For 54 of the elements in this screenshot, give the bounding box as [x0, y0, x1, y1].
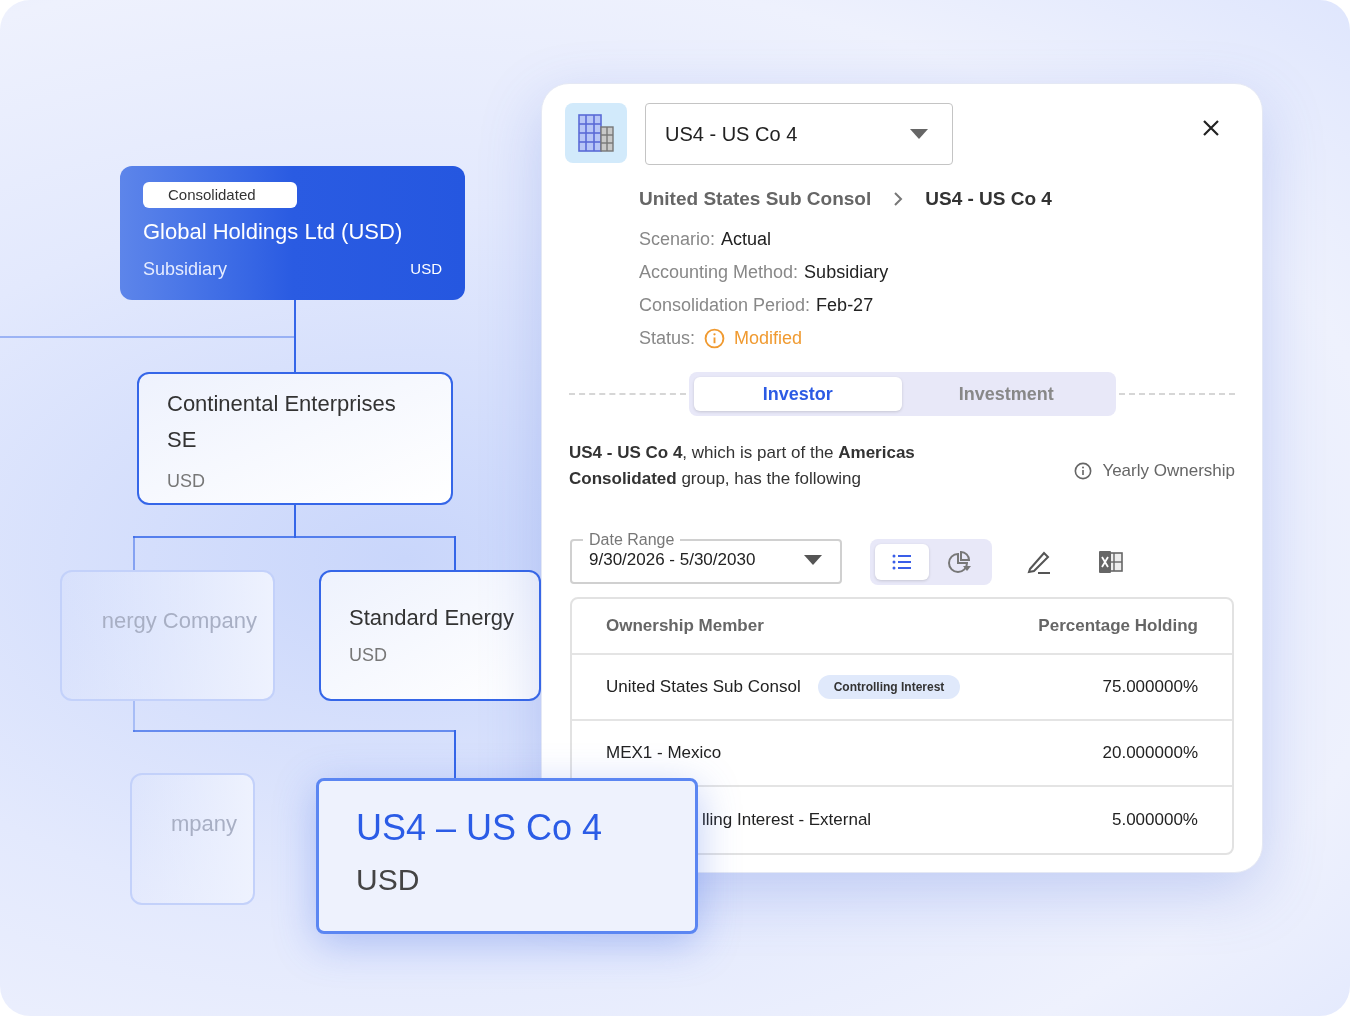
- pie-chart-icon: [948, 551, 972, 573]
- company-name: US4 – US Co 4: [356, 806, 604, 850]
- spreadsheet-icon[interactable]: [1098, 550, 1124, 574]
- info-icon: [704, 328, 726, 349]
- column-header: Ownership Member: [606, 615, 764, 638]
- interest-badge: Controlling Interest: [817, 675, 961, 699]
- date-range-value: 9/30/2026 - 5/30/2030: [589, 549, 756, 571]
- company-name: mpany: [170, 810, 237, 837]
- ownership-description: US4 - US Co 4, which is part of the Americas Consolidated group, has the following: [569, 442, 916, 490]
- tab[interactable]: Investor: [693, 377, 902, 411]
- field-value: Actual: [721, 228, 772, 251]
- breadcrumb-link[interactable]: United States Sub Consol: [639, 187, 872, 211]
- date-range-label: Date Range: [588, 532, 676, 548]
- close-icon[interactable]: [1203, 120, 1219, 136]
- breadcrumb-current: US4 - US Co 4: [925, 187, 1052, 211]
- field-label: Accounting Method:: [639, 261, 799, 284]
- column-header: Percentage Holding: [1038, 615, 1198, 638]
- company-name: Global Holdings Ltd (USD): [143, 218, 404, 246]
- field-value: Feb-27: [816, 294, 874, 317]
- company-card[interactable]: Continental Enterprises SE USD: [137, 372, 453, 505]
- date-range-field[interactable]: Date Range 9/30/2026 - 5/30/2030: [570, 532, 842, 584]
- method-label: Subsidiary: [143, 258, 228, 281]
- field-label: Status:: [639, 327, 696, 350]
- list-icon: [892, 554, 912, 570]
- yearly-ownership-link[interactable]: Yearly Ownership: [1102, 458, 1235, 484]
- company-name: Continental Enterprises SE: [167, 390, 397, 454]
- table-cell-text: 20.000000%: [1102, 742, 1198, 765]
- table-cell-text: MEX1 - Mexico: [606, 742, 722, 765]
- pencil-icon[interactable]: [1026, 549, 1052, 575]
- company-card[interactable]: Consolidated Global Holdings Ltd (USD) Subsidiary USD: [120, 166, 465, 300]
- table-cell-text: 5.000000%: [1111, 809, 1198, 832]
- chevron-icon: [893, 191, 904, 207]
- table-cell-text: 75.000000%: [1102, 676, 1198, 699]
- info-icon: [1074, 462, 1093, 480]
- entity-select[interactable]: US4 - US Co 4: [645, 103, 953, 165]
- status-value: Modified: [734, 327, 803, 350]
- view-button[interactable]: [875, 544, 929, 580]
- caret-icon: [910, 129, 928, 139]
- currency-label: USD: [349, 644, 388, 667]
- caret-icon: [804, 555, 822, 565]
- currency-label: USD: [410, 259, 442, 280]
- building-icon: [577, 113, 615, 153]
- field-label: Scenario:: [639, 228, 716, 251]
- currency-label: USD: [167, 470, 206, 493]
- selected-company-card[interactable]: US4 – US Co 4 USD: [316, 778, 698, 934]
- field-value: Subsidiary: [804, 261, 889, 284]
- company-name: Standard Energy: [349, 604, 516, 632]
- field-label: Consolidation Period:: [639, 294, 811, 317]
- currency-label: USD: [356, 862, 421, 898]
- company-name: nergy Company: [101, 607, 257, 634]
- company-card[interactable]: Standard Energy USD: [319, 570, 541, 701]
- table-cell-text: United States Sub Consol: [606, 676, 801, 699]
- table-cell-text: lling Interest - External: [702, 809, 872, 832]
- consolidated-badge: Consolidated: [143, 182, 297, 208]
